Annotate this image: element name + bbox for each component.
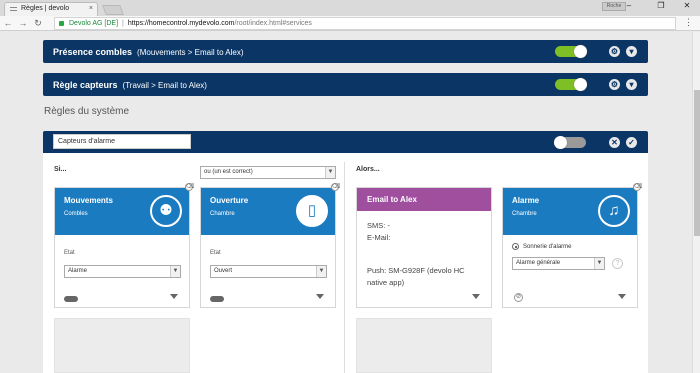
trash-icon[interactable]: ⌫ — [331, 183, 340, 191]
card-title: Mouvements — [64, 196, 113, 205]
state-select[interactable]: Ouvert ▼ — [210, 265, 327, 278]
gear-icon[interactable]: ⚙ — [609, 46, 620, 57]
browser-tab-title: Règles | devolo — [21, 5, 70, 12]
device-toggle-icon[interactable] — [210, 296, 224, 302]
card-location: Chambre — [210, 211, 235, 217]
card-header: Mouvements Combles ⚉ — [55, 188, 189, 235]
push-line: Push: SM-G928F (devolo HC — [367, 266, 465, 275]
actions-label: Alors... — [356, 166, 380, 173]
add-condition-slot[interactable] — [54, 318, 190, 373]
logic-select-value: ou (un est correct) — [204, 169, 253, 175]
state-label: Etat — [64, 250, 75, 256]
rule-name-input[interactable]: Capteurs d'alarme — [53, 134, 191, 149]
rule-detail: (Mouvements > Email to Alex) — [137, 48, 244, 57]
url-path: /root/index.html#services — [234, 20, 312, 27]
alarm-type-select[interactable]: Alarme générale ▼ — [512, 257, 605, 270]
email-line: E-Mail: — [367, 233, 391, 242]
mute-icon[interactable]: ⊘ — [514, 293, 523, 302]
add-action-slot[interactable] — [356, 318, 492, 373]
chevron-down-icon: ▼ — [594, 258, 604, 269]
card-title: Alarme — [512, 196, 540, 205]
expand-caret-icon[interactable] — [618, 294, 626, 299]
sms-line: SMS: - — [367, 221, 390, 230]
alarm-type-value: Alarme générale — [516, 260, 561, 266]
new-tab-button[interactable] — [102, 5, 124, 15]
card-location: Combles — [64, 211, 88, 217]
column-divider — [344, 162, 345, 373]
help-icon[interactable]: ? — [612, 258, 623, 269]
card-location: Chambre — [512, 211, 537, 217]
rule-toggle[interactable] — [555, 45, 587, 58]
expand-caret-icon[interactable] — [170, 294, 178, 299]
alarm-radio-label: Sonnerie d'alarme — [523, 244, 572, 250]
browser-menu-icon[interactable]: ⋮ — [684, 17, 693, 28]
door-contact-icon: ▯ — [296, 195, 328, 227]
trash-icon[interactable]: ⌫ — [185, 183, 194, 191]
minimize-icon[interactable]: – — [622, 1, 636, 13]
gear-icon[interactable]: ⚙ — [609, 79, 620, 90]
bell-icon: ♫ — [598, 195, 630, 227]
address-bar: ← → ↻ Devolo AG [DE] | https://homecontrol… — [0, 16, 700, 31]
conditions-label: Si... — [54, 166, 67, 173]
card-title: Email to Alex — [367, 195, 417, 204]
url-host: https://homecontrol.mydevolo.com — [127, 20, 235, 27]
lock-icon — [59, 21, 64, 26]
trash-icon[interactable]: ⌫ — [633, 183, 642, 191]
favicon-icon — [10, 7, 17, 11]
card-header: Email to Alex — [357, 188, 491, 211]
close-window-icon[interactable]: ✕ — [680, 1, 694, 13]
state-select-value: Ouvert — [214, 268, 233, 274]
check-icon[interactable]: ✓ — [626, 137, 637, 148]
action-card-alarme[interactable]: Alarme Chambre ♫ Sonnerie d'alarme Alarm… — [502, 187, 638, 308]
rule-name: Présence combles — [53, 47, 133, 57]
state-label: Etat — [210, 250, 221, 256]
section-title: Règles du système — [44, 106, 130, 117]
expand-caret-icon[interactable] — [316, 294, 324, 299]
rule-toggle[interactable] — [555, 78, 587, 91]
motion-sensor-icon: ⚉ — [150, 195, 182, 227]
rule-name: Règle capteurs — [53, 80, 118, 90]
chevron-down-icon: ▼ — [316, 266, 326, 277]
chevron-down-icon: ▼ — [325, 167, 335, 178]
expand-caret-icon[interactable] — [472, 294, 480, 299]
card-header: Alarme Chambre ♫ — [503, 188, 637, 235]
close-icon[interactable]: ✕ — [609, 137, 620, 148]
browser-tab[interactable]: Règles | devolo × — [4, 2, 98, 16]
state-select-value: Alarme — [68, 268, 88, 274]
condition-card-mouvements[interactable]: Mouvements Combles ⚉ Etat Alarme ▼ — [54, 187, 190, 308]
state-select[interactable]: Alarme ▼ — [64, 265, 181, 278]
chevron-down-icon[interactable]: ▾ — [626, 79, 637, 90]
site-identity: Devolo AG [DE] — [69, 20, 119, 27]
reload-icon[interactable]: ↻ — [33, 18, 43, 29]
alarm-radio[interactable] — [512, 243, 519, 250]
forward-icon[interactable]: → — [18, 18, 28, 28]
card-title: Ouverture — [210, 196, 249, 205]
maximize-icon[interactable]: ❐ — [654, 1, 668, 13]
condition-card-ouverture[interactable]: Ouverture Chambre ▯ Etat Ouvert ▼ — [200, 187, 336, 308]
push-line-2: native app) — [367, 278, 405, 287]
rule-bar-regle-capteurs[interactable]: Règle capteurs (Travail > Email to Alex) … — [43, 73, 648, 96]
rule-bar-presence-combles[interactable]: Présence combles (Mouvements > Email to A… — [43, 40, 648, 63]
logic-select[interactable]: ou (un est correct) ▼ — [200, 166, 336, 179]
rule-editor-header: Capteurs d'alarme ✕ ✓ — [43, 131, 648, 153]
url-field[interactable]: Devolo AG [DE] | https://homecontrol.mydev… — [54, 17, 676, 30]
device-toggle-icon[interactable] — [64, 296, 78, 302]
page-scrollbar[interactable] — [692, 32, 700, 373]
chevron-down-icon[interactable]: ▾ — [626, 46, 637, 57]
browser-tab-strip: Règles | devolo × Roche – ❐ ✕ — [0, 0, 700, 16]
chevron-down-icon: ▼ — [170, 266, 180, 277]
rule-toggle[interactable] — [554, 136, 586, 149]
card-header: Ouverture Chambre ▯ — [201, 188, 335, 235]
back-icon[interactable]: ← — [3, 18, 13, 28]
action-card-email[interactable]: Email to Alex SMS: - E-Mail: Push: SM-G9… — [356, 187, 492, 308]
rule-detail: (Travail > Email to Alex) — [122, 81, 207, 90]
close-tab-icon[interactable]: × — [89, 3, 93, 15]
scrollbar-thumb[interactable] — [694, 90, 700, 236]
